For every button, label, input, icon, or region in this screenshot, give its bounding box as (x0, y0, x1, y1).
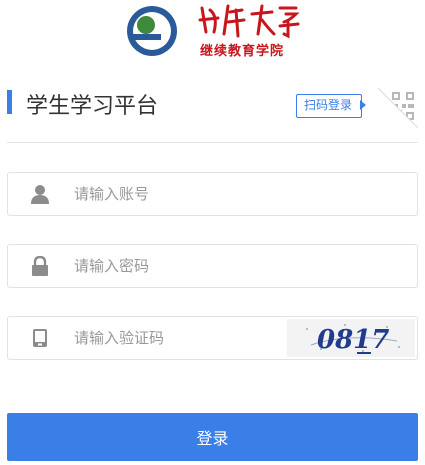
title-accent-bar (7, 90, 12, 114)
university-calligraphy-logo (198, 4, 300, 39)
lock-icon (32, 256, 48, 276)
login-button[interactable]: 登录 (7, 413, 418, 461)
header-logo: 继续教育学院 (0, 0, 425, 66)
account-input[interactable] (74, 173, 274, 215)
qr-login-label: 扫码登录 (303, 98, 352, 112)
password-field[interactable] (7, 244, 418, 288)
tablet-icon (33, 329, 47, 347)
logo-subtitle: 继续教育学院 (200, 44, 285, 59)
qr-login-button[interactable]: 扫码登录 (296, 94, 368, 118)
captcha-input[interactable] (74, 317, 274, 359)
pointer-arrow-icon (360, 100, 366, 110)
captcha-image[interactable]: 0817 (287, 319, 415, 357)
qr-code-icon[interactable] (378, 88, 418, 128)
title-divider (7, 142, 418, 143)
captcha-text: 0817 (317, 325, 389, 355)
university-seal-icon (127, 6, 177, 56)
captcha-field[interactable]: 0817 (7, 316, 418, 360)
user-icon (31, 185, 49, 204)
password-input[interactable] (74, 245, 274, 287)
account-field[interactable] (7, 172, 418, 216)
page-title: 学生学习平台 (26, 94, 159, 119)
